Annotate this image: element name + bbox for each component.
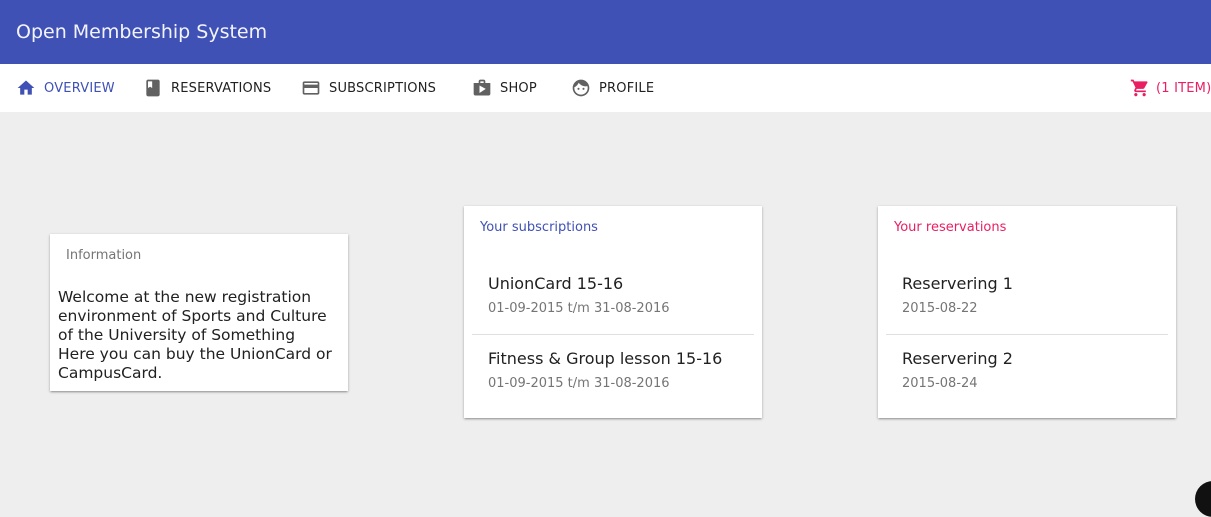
reservation-item[interactable]: Reservering 2 2015-08-24 <box>886 333 1168 405</box>
subscription-period: 01-09-2015 t/m 31-08-2016 <box>488 301 670 316</box>
tab-shop[interactable]: SHOP <box>472 64 537 112</box>
book-icon <box>143 78 163 98</box>
cart-label: (1 ITEM) <box>1156 80 1211 96</box>
app-title: Open Membership System <box>16 21 268 43</box>
tab-label: OVERVIEW <box>44 80 115 96</box>
tab-overview[interactable]: OVERVIEW <box>16 64 115 112</box>
reservation-item[interactable]: Reservering 1 2015-08-22 <box>886 258 1168 330</box>
tab-label: SHOP <box>500 80 537 96</box>
credit-card-icon <box>301 78 321 98</box>
card-title: Information <box>66 248 142 263</box>
reservation-name: Reservering 1 <box>902 274 1013 293</box>
card-title: Your reservations <box>894 220 1007 235</box>
reservation-date: 2015-08-24 <box>902 376 978 391</box>
shop-icon <box>472 78 492 98</box>
debug-toolbar-icon[interactable] <box>1195 481 1211 517</box>
tab-label: PROFILE <box>599 80 655 96</box>
tab-profile[interactable]: PROFILE <box>571 64 654 112</box>
home-icon <box>16 78 36 98</box>
app-bar: Open Membership System <box>0 0 1211 64</box>
subscription-item[interactable]: UnionCard 15-16 01-09-2015 t/m 31-08-201… <box>472 258 754 330</box>
card-title: Your subscriptions <box>480 220 598 235</box>
cart-icon <box>1130 78 1150 98</box>
tab-label: RESERVATIONS <box>171 80 272 96</box>
tab-reservations[interactable]: RESERVATIONS <box>143 64 271 112</box>
information-line: Welcome at the new registration environm… <box>58 288 327 344</box>
face-icon <box>571 78 591 98</box>
information-card: Information Welcome at the new registrat… <box>50 234 348 391</box>
information-line: Here you can buy the UnionCard or Campus… <box>58 345 332 382</box>
subscription-name: Fitness & Group lesson 15-16 <box>488 349 723 368</box>
cart-button[interactable]: (1 ITEM) <box>1130 64 1211 112</box>
information-text: Welcome at the new registration environm… <box>58 288 340 383</box>
tab-subscriptions[interactable]: SUBSCRIPTIONS <box>301 64 436 112</box>
tab-label: SUBSCRIPTIONS <box>329 80 437 96</box>
subscription-period: 01-09-2015 t/m 31-08-2016 <box>488 376 670 391</box>
nav-tabs: OVERVIEW RESERVATIONS SUBSCRIPTIONS SHOP… <box>0 64 1211 112</box>
subscriptions-card: Your subscriptions UnionCard 15-16 01-09… <box>464 206 762 418</box>
reservations-card: Your reservations Reservering 1 2015-08-… <box>878 206 1176 418</box>
reservation-date: 2015-08-22 <box>902 301 978 316</box>
reservation-name: Reservering 2 <box>902 349 1013 368</box>
subscription-name: UnionCard 15-16 <box>488 274 624 293</box>
subscription-item[interactable]: Fitness & Group lesson 15-16 01-09-2015 … <box>472 333 754 405</box>
